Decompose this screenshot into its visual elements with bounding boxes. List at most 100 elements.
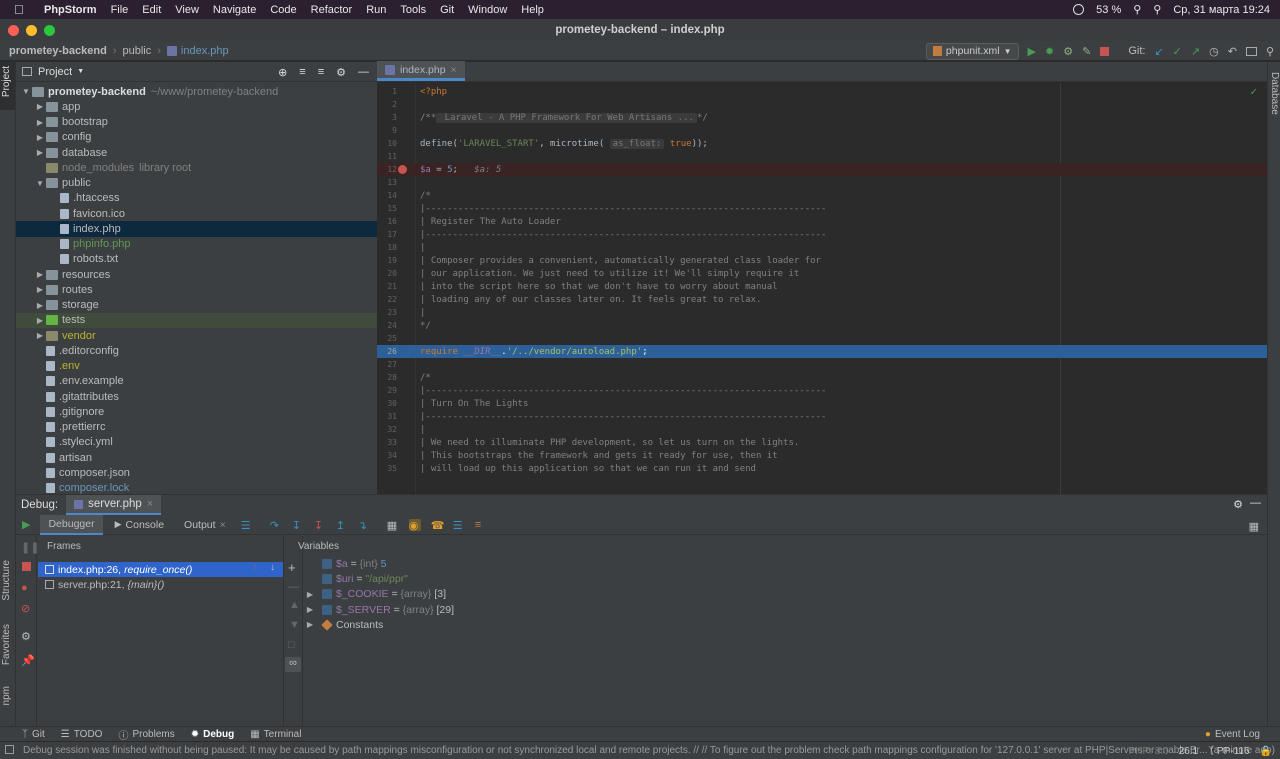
tree-item[interactable]: ▶ storage bbox=[16, 298, 377, 313]
project-panel-title[interactable]: Project bbox=[38, 66, 72, 78]
battery-percent[interactable]: 53 % bbox=[1096, 4, 1121, 16]
code-line[interactable]: 11 bbox=[377, 150, 1267, 163]
tool-problems[interactable]: ⓘ Problems bbox=[118, 727, 174, 742]
tab-debugger[interactable]: Debugger bbox=[40, 514, 103, 535]
move-up-icon[interactable]: ▲ bbox=[289, 599, 300, 611]
tool-event-log[interactable]: ● Event Log bbox=[1205, 729, 1260, 740]
chevron-right-icon[interactable]: ▶ bbox=[34, 118, 46, 127]
code-line[interactable]: 32 | bbox=[377, 423, 1267, 436]
left-strip-npm[interactable]: npm bbox=[1, 686, 12, 705]
code-line[interactable]: 24 */ bbox=[377, 319, 1267, 332]
chevron-right-icon[interactable]: ▶ bbox=[304, 620, 316, 629]
tree-item[interactable]: ▶ app bbox=[16, 99, 377, 114]
editor-tab-index-php[interactable]: index.php × bbox=[377, 61, 465, 81]
step-out-icon[interactable]: ↥ bbox=[336, 519, 348, 532]
right-strip-database[interactable]: Database bbox=[1269, 72, 1280, 115]
code-area[interactable]: ✓ 1 <?php 2 3/** Laravel - A PHP Framework … bbox=[377, 83, 1267, 494]
code-line[interactable]: 2 bbox=[377, 98, 1267, 111]
variable-row[interactable]: ▶ $_COOKIE = {array} [3] bbox=[304, 587, 1267, 602]
run-icon[interactable]: ▶ bbox=[1028, 45, 1036, 58]
chevron-right-icon[interactable]: ▶ bbox=[34, 285, 46, 294]
code-line[interactable]: 18 | bbox=[377, 241, 1267, 254]
tree-item[interactable]: .gitignore bbox=[16, 404, 377, 419]
code-line[interactable]: 15 |-------------------------------------… bbox=[377, 202, 1267, 215]
code-line[interactable]: 12 $a = 5; $a: 5 bbox=[377, 163, 1267, 176]
chevron-right-icon[interactable]: ▶ bbox=[34, 148, 46, 157]
code-line[interactable]: 20 | our application. We just need to uti… bbox=[377, 267, 1267, 280]
break-on-first-line-icon[interactable]: ◉ bbox=[408, 518, 421, 532]
code-line[interactable]: 29 |-------------------------------------… bbox=[377, 384, 1267, 397]
layout-icon[interactable] bbox=[1245, 46, 1257, 56]
search-everywhere-icon[interactable]: ⚲ bbox=[1266, 45, 1274, 58]
line-number[interactable]: 20 bbox=[377, 269, 397, 278]
step-into-icon[interactable]: ↧ bbox=[292, 519, 304, 532]
expand-all-icon[interactable]: ≡ bbox=[299, 66, 305, 79]
minimize-window-button[interactable] bbox=[26, 25, 37, 36]
tree-item[interactable]: .gitattributes bbox=[16, 389, 377, 404]
line-number[interactable]: 10 bbox=[377, 139, 397, 148]
line-number[interactable]: 35 bbox=[377, 464, 397, 473]
evaluate-expression-icon[interactable]: ▦ bbox=[387, 519, 399, 532]
lock-icon[interactable]: 🔒 bbox=[1260, 746, 1272, 757]
stop-icon[interactable] bbox=[1100, 46, 1110, 56]
pause-icon[interactable]: ❚❚ bbox=[21, 541, 39, 554]
line-number[interactable]: 33 bbox=[377, 438, 397, 447]
code-line[interactable]: 19 | Composer provides a convenient, auto… bbox=[377, 254, 1267, 267]
tab-output[interactable]: Output × bbox=[176, 515, 234, 535]
git-history-icon[interactable]: ◷ bbox=[1209, 45, 1219, 58]
gear-icon[interactable]: ⚙ bbox=[21, 630, 31, 643]
remove-watch-icon[interactable]: — bbox=[288, 581, 299, 593]
tree-item[interactable]: ▶ tests bbox=[16, 312, 377, 328]
code-line[interactable]: 33 | We need to illuminate PHP developmen… bbox=[377, 436, 1267, 449]
menu-view[interactable]: View bbox=[175, 4, 199, 16]
line-number[interactable]: 11 bbox=[377, 152, 397, 161]
tree-item[interactable]: favicon.ico bbox=[16, 206, 377, 221]
line-number[interactable]: 15 bbox=[377, 204, 397, 213]
git-update-icon[interactable]: ↙ bbox=[1154, 45, 1163, 58]
menu-run[interactable]: Run bbox=[366, 4, 386, 16]
status-icon[interactable] bbox=[1073, 4, 1085, 15]
status-message[interactable]: Debug session was finished without being… bbox=[23, 745, 1275, 756]
tree-root[interactable]: ▼ prometey-backend ~/www/prometey-backen… bbox=[16, 84, 377, 99]
tree-item[interactable]: ▶ routes bbox=[16, 282, 377, 297]
line-number[interactable]: 18 bbox=[377, 243, 397, 252]
breadcrumb-file[interactable]: index.php bbox=[181, 45, 229, 57]
close-window-button[interactable] bbox=[8, 25, 19, 36]
locate-icon[interactable]: ⊕ bbox=[278, 66, 287, 79]
close-icon[interactable]: × bbox=[147, 498, 153, 510]
stop-icon[interactable] bbox=[22, 562, 31, 571]
line-number[interactable]: 21 bbox=[377, 282, 397, 291]
status-icon[interactable] bbox=[5, 745, 14, 754]
tree-item[interactable]: .env bbox=[16, 359, 377, 374]
php-version[interactable]: PHP: 8.0 bbox=[1129, 746, 1169, 757]
code-line[interactable]: 9 bbox=[377, 124, 1267, 137]
tree-item[interactable]: ▶ bootstrap bbox=[16, 115, 377, 130]
chevron-down-icon[interactable]: ▼ bbox=[77, 68, 84, 75]
view-breakpoints-icon[interactable]: ● bbox=[21, 582, 28, 594]
code-line[interactable]: 26 require __DIR__.'/../vendor/autoload.p… bbox=[377, 345, 1267, 358]
apple-icon[interactable]:  bbox=[14, 2, 36, 17]
hide-icon[interactable]: — bbox=[1250, 497, 1261, 509]
git-commit-icon[interactable]: ✓ bbox=[1173, 45, 1182, 58]
chevron-down-icon[interactable]: ▼ bbox=[20, 87, 32, 96]
restore-layout-icon[interactable]: ▦ bbox=[1249, 520, 1259, 533]
gear-icon[interactable]: ⚙ bbox=[336, 66, 346, 79]
code-line[interactable]: 25 bbox=[377, 332, 1267, 345]
breadcrumb-project[interactable]: prometey-backend bbox=[9, 45, 107, 57]
menu-help[interactable]: Help bbox=[521, 4, 544, 16]
tree-item[interactable]: .styleci.yml bbox=[16, 435, 377, 450]
variable-row[interactable]: $uri = "/api/ppr" bbox=[304, 571, 1267, 586]
left-strip-structure[interactable]: Structure bbox=[1, 560, 12, 601]
code-line[interactable]: 31 |-------------------------------------… bbox=[377, 410, 1267, 423]
line-number[interactable]: 2 bbox=[377, 100, 397, 109]
tool-debug[interactable]: ✹ Debug bbox=[191, 729, 235, 740]
close-icon[interactable]: × bbox=[451, 64, 457, 76]
listen-connections-icon[interactable]: ☎ bbox=[431, 519, 445, 532]
hide-icon[interactable]: — bbox=[358, 66, 369, 79]
arrow-down-icon[interactable]: ↓ bbox=[270, 562, 275, 573]
line-number[interactable]: 9 bbox=[377, 126, 397, 135]
line-number[interactable]: 22 bbox=[377, 295, 397, 304]
tree-item[interactable]: ▶ database bbox=[16, 145, 377, 160]
profile-icon[interactable]: ✎ bbox=[1082, 45, 1091, 58]
debug-session-tab[interactable]: server.php bbox=[88, 498, 142, 510]
